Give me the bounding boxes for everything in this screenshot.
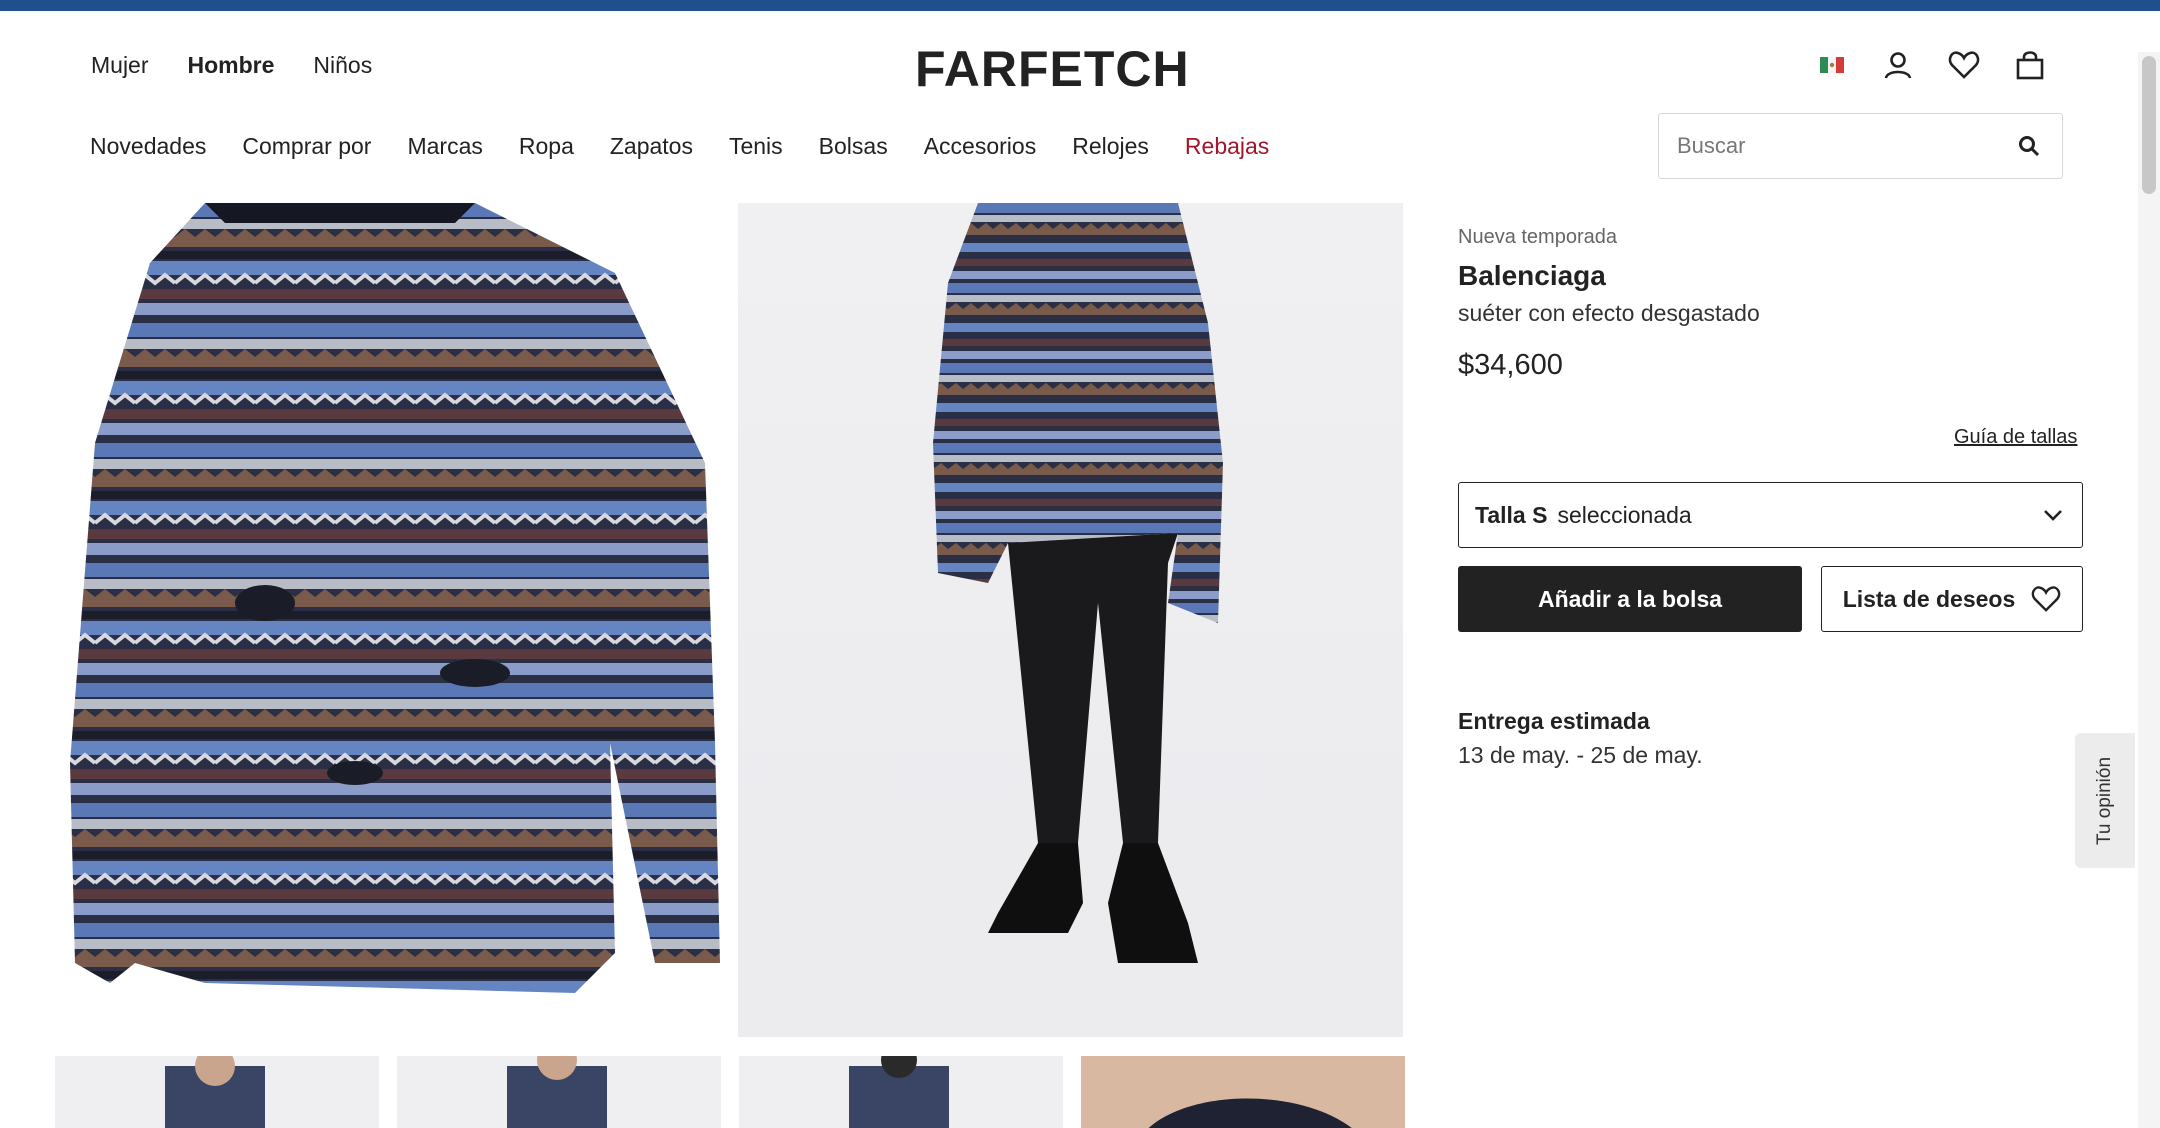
account-icon[interactable] [1881, 48, 1915, 82]
feedback-tab-label: Tu opinión [2094, 756, 2115, 845]
product-price: $34,600 [1458, 349, 1563, 381]
category-tenis[interactable]: Tenis [729, 133, 783, 160]
page-scrollbar[interactable] [2138, 52, 2160, 1128]
thumbnail-4[interactable] [1081, 1056, 1405, 1128]
header-icons [1815, 48, 2047, 82]
thumbnail-strip [55, 1056, 1405, 1128]
category-comprar-por[interactable]: Comprar por [242, 133, 371, 160]
gender-tab-hombre[interactable]: Hombre [188, 52, 275, 79]
category-relojes[interactable]: Relojes [1072, 133, 1149, 160]
thumbnail-2[interactable] [397, 1056, 721, 1128]
category-nav: Novedades Comprar por Marcas Ropa Zapato… [90, 133, 1269, 160]
wishlist-heart-icon[interactable] [1947, 48, 1981, 82]
shopping-bag-icon[interactable] [2013, 48, 2047, 82]
wishlist-button-label: Lista de deseos [1842, 585, 2016, 612]
category-ropa[interactable]: Ropa [519, 133, 574, 160]
search-input[interactable] [1677, 133, 2014, 159]
top-accent-bar [0, 0, 2160, 11]
heart-icon [2031, 586, 2061, 612]
thumbnail-1[interactable] [55, 1056, 379, 1128]
category-marcas[interactable]: Marcas [407, 133, 482, 160]
mexico-flag-icon[interactable] [1815, 48, 1849, 82]
gender-nav: Mujer Hombre Niños [91, 52, 372, 79]
category-rebajas[interactable]: Rebajas [1185, 133, 1269, 160]
add-to-bag-button[interactable]: Añadir a la bolsa [1458, 566, 1802, 632]
feedback-tab[interactable]: Tu opinión [2075, 733, 2135, 868]
delivery-title: Entrega estimada [1458, 708, 1650, 734]
search-box [1658, 113, 2063, 179]
category-zapatos[interactable]: Zapatos [610, 133, 693, 160]
size-value: Talla S [1475, 501, 1548, 528]
category-accesorios[interactable]: Accesorios [924, 133, 1036, 160]
product-brand[interactable]: Balenciaga [1458, 260, 1606, 292]
chevron-down-icon [2040, 502, 2066, 528]
size-state: seleccionada [1557, 501, 1692, 528]
size-dropdown[interactable]: Talla S seleccionada [1458, 482, 2083, 548]
size-guide-link[interactable]: Guía de tallas [1954, 426, 2077, 449]
product-image-model[interactable] [738, 203, 1403, 1037]
search-icon[interactable] [2014, 131, 2044, 161]
scrollbar-thumb[interactable] [2142, 56, 2156, 194]
gender-tab-mujer[interactable]: Mujer [91, 52, 149, 79]
gender-tab-ninos[interactable]: Niños [313, 52, 372, 79]
season-label: Nueva temporada [1458, 226, 1617, 248]
product-image-main[interactable] [55, 203, 721, 1037]
wishlist-button[interactable]: Lista de deseos [1821, 566, 2083, 632]
delivery-dates: 13 de may. - 25 de may. [1458, 742, 1703, 768]
product-name: suéter con efecto desgastado [1458, 300, 1760, 326]
thumbnail-3[interactable] [739, 1056, 1063, 1128]
category-bolsas[interactable]: Bolsas [819, 133, 888, 160]
farfetch-logo[interactable]: FARFETCH [915, 40, 1190, 98]
category-novedades[interactable]: Novedades [90, 133, 206, 160]
